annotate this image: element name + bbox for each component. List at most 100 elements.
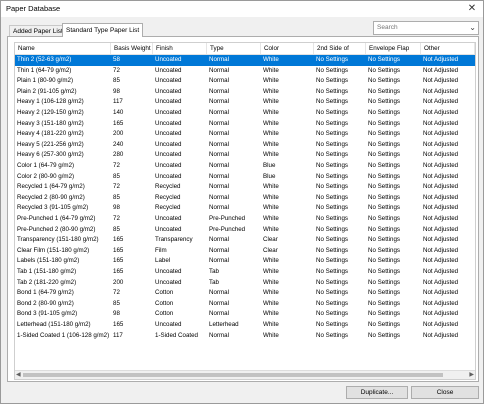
- table-cell: Pre-Punched 1 (64-79 g/m2): [17, 215, 96, 222]
- table-row[interactable]: Tab 2 (181-220 g/m2) 200 Uncoated Tab White N…: [15, 278, 475, 289]
- table-cell: Uncoated: [155, 87, 182, 95]
- table-cell: Not Adjusted: [423, 87, 459, 95]
- table-cell: No Settings: [316, 246, 348, 254]
- table-cell: Plain 2 (91-105 g/m2): [17, 87, 77, 95]
- table-cell: Uncoated: [155, 119, 182, 127]
- table-row[interactable]: Recycled 2 (80-90 g/m2) 85 Recycled Normal W…: [15, 193, 475, 204]
- table-cell: No Settings: [368, 193, 400, 201]
- table-row[interactable]: Heavy 3 (151-180 g/m2) 165 Uncoated Normal W…: [15, 119, 475, 130]
- table-row[interactable]: Pre-Punched 2 (80-90 g/m2) 85 Uncoated Pre-…: [15, 225, 475, 236]
- chevron-down-icon[interactable]: ⌄: [469, 23, 476, 32]
- table-cell: 165: [113, 246, 124, 254]
- table-row[interactable]: Labels (151-180 g/m2) 165 Label Normal White…: [15, 256, 475, 267]
- table-cell: White: [263, 151, 279, 159]
- table-row[interactable]: Color 1 (64-79 g/m2) 72 Uncoated Normal Blue…: [15, 161, 475, 172]
- table-cell: White: [263, 289, 279, 297]
- table-cell: Clear: [263, 236, 278, 244]
- table-cell: Cotton: [155, 299, 174, 307]
- search-input[interactable]: [374, 22, 467, 33]
- table-row[interactable]: Heavy 1 (106-128 g/m2) 117 Uncoated Normal W…: [15, 97, 475, 108]
- table-cell: Recycled 3 (91-105 g/m2): [17, 204, 89, 212]
- table-row[interactable]: Color 2 (80-90 g/m2) 85 Uncoated Normal Blue…: [15, 172, 475, 183]
- table-row[interactable]: Heavy 5 (221-256 g/m2) 240 Uncoated Normal W…: [15, 140, 475, 151]
- table-cell: Not Adjusted: [423, 56, 459, 63]
- column-header[interactable]: 2nd Side of: [314, 43, 366, 54]
- table-row[interactable]: Thin 2 (52-63 g/m2) 58 Uncoated Normal White…: [15, 55, 475, 66]
- table-cell: Uncoated: [155, 66, 182, 74]
- table-row[interactable]: Heavy 6 (257-300 g/m2) 280 Uncoated Normal W…: [15, 150, 475, 161]
- close-icon[interactable]: ✕: [463, 1, 481, 17]
- column-header[interactable]: Other: [421, 43, 475, 54]
- column-header[interactable]: Basis Weight: [111, 43, 153, 54]
- table-cell: No Settings: [316, 151, 348, 159]
- column-header[interactable]: Type: [207, 43, 261, 54]
- table-cell: Uncoated: [155, 278, 182, 286]
- table-cell: 72: [113, 289, 120, 297]
- table-cell: No Settings: [368, 225, 400, 233]
- table-cell: White: [263, 183, 279, 191]
- table-row[interactable]: Heavy 4 (181-220 g/m2) 200 Uncoated Normal W…: [15, 129, 475, 140]
- table-cell: Normal: [209, 204, 229, 212]
- close-button[interactable]: Close: [411, 386, 479, 399]
- table-cell: No Settings: [368, 257, 400, 265]
- table-row[interactable]: Plain 2 (91-105 g/m2) 98 Uncoated Normal Whi…: [15, 87, 475, 98]
- horizontal-scrollbar[interactable]: ◀ ▶: [15, 370, 475, 379]
- table-row[interactable]: Bond 1 (64-79 g/m2) 72 Cotton Normal White No…: [15, 288, 475, 299]
- table-cell: No Settings: [368, 204, 400, 212]
- table-cell: Heavy 3 (151-180 g/m2): [17, 119, 84, 127]
- paper-table[interactable]: Name Basis Weight Finish Type Color 2nd Side …: [14, 42, 476, 380]
- table-cell: Normal: [209, 140, 229, 148]
- table-cell: No Settings: [316, 310, 348, 318]
- table-row[interactable]: Clear Film (151-180 g/m2) 165 Film Normal Cl…: [15, 246, 475, 257]
- table-row[interactable]: 1-Sided Coated 1 (106-128 g/m2) 117 1-Side…: [15, 331, 475, 342]
- table-cell: 85: [113, 193, 120, 201]
- table-cell: White: [263, 310, 279, 318]
- table-cell: No Settings: [316, 268, 348, 275]
- table-row[interactable]: Tab 1 (151-180 g/m2) 165 Uncoated Tab White N…: [15, 267, 475, 278]
- table-cell: Normal: [209, 130, 229, 138]
- window-title: Paper Database: [6, 4, 61, 13]
- table-cell: Recycled 1 (64-79 g/m2): [17, 183, 85, 191]
- table-cell: Not Adjusted: [423, 257, 459, 265]
- table-row[interactable]: Letterhead (151-180 g/m2) 165 Uncoated Lett…: [15, 320, 475, 331]
- table-cell: No Settings: [316, 204, 348, 212]
- table-cell: White: [263, 98, 279, 106]
- table-cell: Label: [155, 257, 171, 265]
- table-cell: Normal: [209, 109, 229, 116]
- table-cell: No Settings: [316, 321, 348, 328]
- table-row[interactable]: Recycled 1 (64-79 g/m2) 72 Recycled Normal W…: [15, 182, 475, 193]
- table-cell: White: [263, 299, 279, 307]
- column-header[interactable]: Color: [261, 43, 314, 54]
- table-cell: White: [263, 66, 279, 74]
- table-cell: Not Adjusted: [423, 299, 459, 307]
- column-header[interactable]: Name: [15, 43, 111, 54]
- table-cell: Normal: [209, 183, 229, 191]
- column-header[interactable]: Finish: [153, 43, 207, 54]
- table-row[interactable]: Pre-Punched 1 (64-79 g/m2) 72 Uncoated Pre-…: [15, 214, 475, 225]
- table-row[interactable]: Heavy 2 (129-150 g/m2) 140 Uncoated Normal W…: [15, 108, 475, 119]
- table-row[interactable]: Recycled 3 (91-105 g/m2) 98 Recycled Normal…: [15, 203, 475, 214]
- table-row[interactable]: Bond 2 (80-90 g/m2) 85 Cotton Normal White No…: [15, 299, 475, 310]
- table-cell: Normal: [209, 77, 229, 85]
- table-cell: 200: [113, 278, 124, 286]
- scroll-left-icon[interactable]: ◀: [16, 371, 21, 379]
- table-cell: Not Adjusted: [423, 321, 459, 328]
- scrollbar-thumb[interactable]: [23, 373, 443, 377]
- table-cell: White: [263, 77, 279, 85]
- column-header[interactable]: Envelope Flap: [366, 43, 421, 54]
- table-row[interactable]: Bond 3 (91-105 g/m2) 98 Cotton Normal White N…: [15, 309, 475, 320]
- table-cell: No Settings: [316, 77, 348, 85]
- table-cell: Uncoated: [155, 77, 182, 85]
- table-row[interactable]: Thin 1 (64-79 g/m2) 72 Uncoated Normal White…: [15, 66, 475, 77]
- scroll-right-icon[interactable]: ▶: [469, 371, 474, 379]
- search-combobox[interactable]: ⌄: [373, 21, 479, 35]
- table-cell: No Settings: [316, 56, 348, 63]
- table-cell: Normal: [209, 331, 229, 339]
- table-row[interactable]: Plain 1 (80-90 g/m2) 85 Uncoated Normal Whit…: [15, 76, 475, 87]
- table-cell: Color 2 (80-90 g/m2): [17, 172, 75, 180]
- duplicate-button[interactable]: Duplicate...: [346, 386, 408, 399]
- table-cell: Heavy 6 (257-300 g/m2): [17, 151, 84, 159]
- tab-standard-type-paper-list[interactable]: Standard Type Paper List: [62, 23, 144, 37]
- table-row[interactable]: Transparency (151-180 g/m2) 165 Transparen…: [15, 235, 475, 246]
- table-cell: Pre-Punched: [209, 215, 246, 222]
